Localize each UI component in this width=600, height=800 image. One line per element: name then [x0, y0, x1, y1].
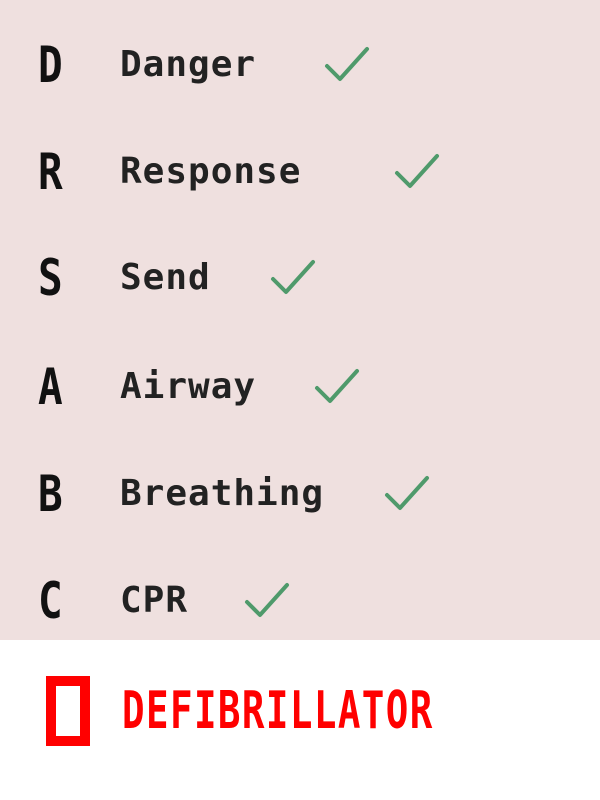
- step-word: CPR: [120, 580, 189, 621]
- step-letter: C: [38, 572, 63, 630]
- step-letter: S: [38, 249, 63, 307]
- step-response: R Response: [0, 142, 600, 202]
- final-step-word: DEFIBRILLATOR: [122, 681, 434, 741]
- step-letter: R: [38, 143, 63, 201]
- step-letter: A: [38, 358, 63, 416]
- step-send: S Send: [0, 248, 600, 308]
- check-icon: [242, 577, 292, 623]
- step-word: Response: [120, 151, 302, 192]
- check-icon: [322, 41, 372, 87]
- check-icon: [382, 470, 432, 516]
- completed-steps-panel: D Danger R Response S Send A Airway B Br…: [0, 0, 600, 640]
- step-letter: D: [38, 36, 63, 94]
- check-icon: [268, 254, 318, 300]
- step-breathing: B Breathing: [0, 464, 600, 524]
- step-word: Airway: [120, 366, 257, 407]
- step-letter: B: [38, 465, 63, 523]
- check-icon: [392, 148, 442, 194]
- step-word: Breathing: [120, 473, 325, 514]
- step-word: Send: [120, 257, 211, 298]
- step-cpr: C CPR: [0, 571, 600, 631]
- final-step-letter-icon: D: [42, 672, 94, 750]
- step-word: Danger: [120, 44, 257, 85]
- step-airway: A Airway: [0, 357, 600, 417]
- step-danger: D Danger: [0, 35, 600, 95]
- check-icon: [312, 363, 362, 409]
- drsabcd-chart: D Danger R Response S Send A Airway B Br…: [0, 0, 600, 800]
